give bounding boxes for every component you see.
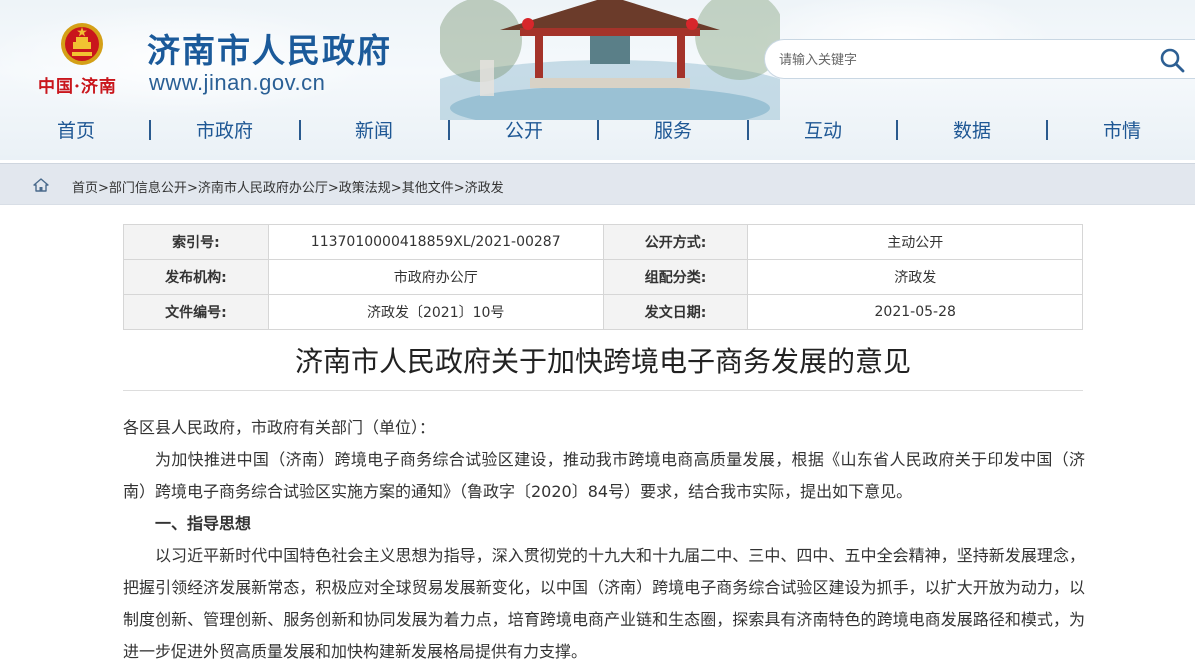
home-icon[interactable] — [33, 178, 49, 192]
nav-divider — [1046, 120, 1048, 140]
index-number-value: 1137010000418859XL/2021-00287 — [267, 224, 604, 260]
breadcrumb-item-general-office[interactable]: 济南市人民政府办公厅 — [198, 181, 328, 196]
nav-divider — [448, 120, 450, 140]
breadcrumb-separator: > — [327, 181, 339, 196]
table-row: 索引号: 1137010000418859XL/2021-00287 公开方式:… — [123, 224, 1083, 260]
nav-item-interaction[interactable]: 互动 — [804, 116, 842, 146]
salutation: 各区县人民政府，市政府有关部门（单位）： — [123, 418, 436, 437]
breadcrumb-separator: > — [390, 181, 402, 196]
document-number-value: 济政发〔2021〕10号 — [267, 294, 604, 330]
nav-item-government[interactable]: 市政府 — [196, 116, 253, 146]
nav-divider — [149, 120, 151, 140]
table-row: 文件编号: 济政发〔2021〕10号 发文日期: 2021-05-28 — [123, 294, 1083, 330]
search-box — [764, 39, 1195, 79]
breadcrumb-item-jizhengfa[interactable]: 济政发 — [465, 181, 504, 196]
nav-item-disclosure[interactable]: 公开 — [505, 116, 543, 146]
breadcrumb-separator: > — [186, 181, 198, 196]
breadcrumb-item-department-info[interactable]: 部门信息公开 — [109, 181, 187, 196]
category-value: 济政发 — [747, 259, 1083, 295]
paragraph-guiding-principle: 以习近平新时代中国特色社会主义思想为指导，深入贯彻党的十九大和十九届二中、三中、… — [123, 546, 1085, 661]
site-header: 中国·济南 济南市人民政府 www.jinan.gov.cn 首页 市政府 新闻… — [0, 0, 1195, 160]
category-label: 组配分类: — [602, 259, 749, 295]
nav-item-city-info[interactable]: 市情 — [1103, 116, 1141, 146]
document-number-label: 文件编号: — [123, 294, 269, 330]
search-input[interactable] — [779, 49, 1139, 71]
search-icon[interactable] — [1159, 47, 1185, 73]
issue-date-label: 发文日期: — [602, 294, 749, 330]
section-heading: 一、指导思想 — [155, 514, 252, 533]
table-row: 发布机构: 市政府办公厅 组配分类: 济政发 — [123, 259, 1083, 295]
nav-divider — [747, 120, 749, 140]
national-emblem-icon — [61, 23, 103, 65]
breadcrumb-item-home[interactable]: 首页 — [72, 181, 98, 196]
nav-divider — [896, 120, 898, 140]
document-title: 济南市人民政府关于加快跨境电子商务发展的意见 — [294, 345, 911, 378]
site-title[interactable]: 济南市人民政府 — [147, 24, 392, 72]
breadcrumb-item-other-documents[interactable]: 其他文件 — [402, 181, 454, 196]
open-mode-value: 主动公开 — [747, 224, 1083, 260]
publisher-label: 发布机构: — [123, 259, 269, 295]
nav-divider — [299, 120, 301, 140]
nav-item-services[interactable]: 服务 — [654, 116, 692, 146]
breadcrumb-bar: 首页>部门信息公开>济南市人民政府办公厅>政策法规>其他文件>济政发 — [0, 163, 1195, 205]
publisher-value: 市政府办公厅 — [267, 259, 604, 295]
nav-item-data[interactable]: 数据 — [953, 116, 991, 146]
site-url[interactable]: www.jinan.gov.cn — [149, 70, 325, 96]
index-number-label: 索引号: — [123, 224, 269, 260]
breadcrumb-item-policies[interactable]: 政策法规 — [339, 181, 391, 196]
paragraph-intro: 为加快推进中国（济南）跨境电子商务综合试验区建设，推动我市跨境电商高质量发展，根… — [123, 450, 1085, 501]
document-info-table: 索引号: 1137010000418859XL/2021-00287 公开方式:… — [123, 224, 1083, 330]
nav-item-news[interactable]: 新闻 — [355, 116, 393, 146]
nav-divider — [597, 120, 599, 140]
main-nav: 首页 市政府 新闻 公开 服务 互动 数据 市情 — [0, 116, 1195, 146]
issue-date-value: 2021-05-28 — [747, 294, 1083, 330]
title-divider — [123, 390, 1083, 391]
document-body: 各区县人民政府，市政府有关部门（单位）： 为加快推进中国（济南）跨境电子商务综合… — [123, 412, 1085, 665]
open-mode-label: 公开方式: — [602, 224, 749, 260]
breadcrumb-separator: > — [453, 181, 465, 196]
nav-item-home[interactable]: 首页 — [57, 116, 95, 146]
china-jinan-logo-text: 中国·济南 — [38, 77, 117, 97]
pavilion-banner-image — [440, 0, 780, 120]
breadcrumb-separator: > — [98, 181, 109, 196]
breadcrumb: 首页>部门信息公开>济南市人民政府办公厅>政策法规>其他文件>济政发 — [72, 177, 504, 196]
